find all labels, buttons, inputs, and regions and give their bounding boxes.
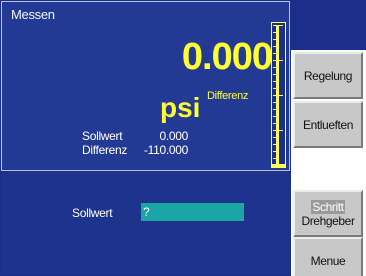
level-bar [271,22,286,168]
instrument-screen: Messen 0.000 psi Differenz Sollwert 0.00… [0,0,291,276]
setpoint-label: Sollwert [72,206,113,220]
reading-value: 0.000 [181,36,273,78]
entlueften-button[interactable]: Entlueften [293,101,363,148]
regelung-button[interactable]: Regelung [293,52,363,99]
level-bar-tick [273,109,279,110]
entry-panel [1,172,290,275]
level-bar-tick [273,130,283,131]
level-bar-tick [273,25,283,26]
level-bar-tick [273,151,279,152]
schritt-label: Schritt [311,199,345,214]
menue-label: Menue [310,253,346,268]
level-bar-tick [273,81,279,82]
info-value-sollwert: 0.000 [159,129,188,143]
level-bar-tick [273,158,279,159]
level-bar-tick [273,74,279,75]
level-bar-tick [273,116,279,117]
info-label-sollwert: Sollwert [82,129,123,143]
level-bar-tick [273,39,279,40]
level-bar-tick [273,67,279,68]
softkey-column: Regelung Entlueften Schritt Drehgeber Me… [291,0,366,276]
level-bar-tick [273,102,279,103]
level-bar-tick [273,123,279,124]
level-bar-tick [273,137,279,138]
reading-mode: Differenz [207,90,249,102]
level-bar-tick [273,32,279,33]
level-bar-tick [273,53,279,54]
level-bar-tick [273,88,279,89]
setpoint-input[interactable]: ? [141,203,244,221]
measurement-panel: Messen 0.000 psi Differenz Sollwert 0.00… [1,1,290,171]
level-bar-tick [273,95,283,96]
schritt-drehgeber-button[interactable]: Schritt Drehgeber [293,190,363,237]
drehgeber-label: Drehgeber [301,213,355,228]
regelung-label: Regelung [303,68,353,83]
screen-title: Messen [11,7,55,22]
reading-unit: psi [160,92,201,123]
level-bar-tick [273,165,283,166]
level-bar-tick [273,60,283,61]
info-value-differenz: -110.000 [143,143,188,157]
level-bar-tick [273,46,279,47]
level-bar-tick [273,144,279,145]
menue-button[interactable]: Menue [293,237,363,276]
softkey-header [291,0,366,50]
entlueften-label: Entlueften [302,117,354,132]
